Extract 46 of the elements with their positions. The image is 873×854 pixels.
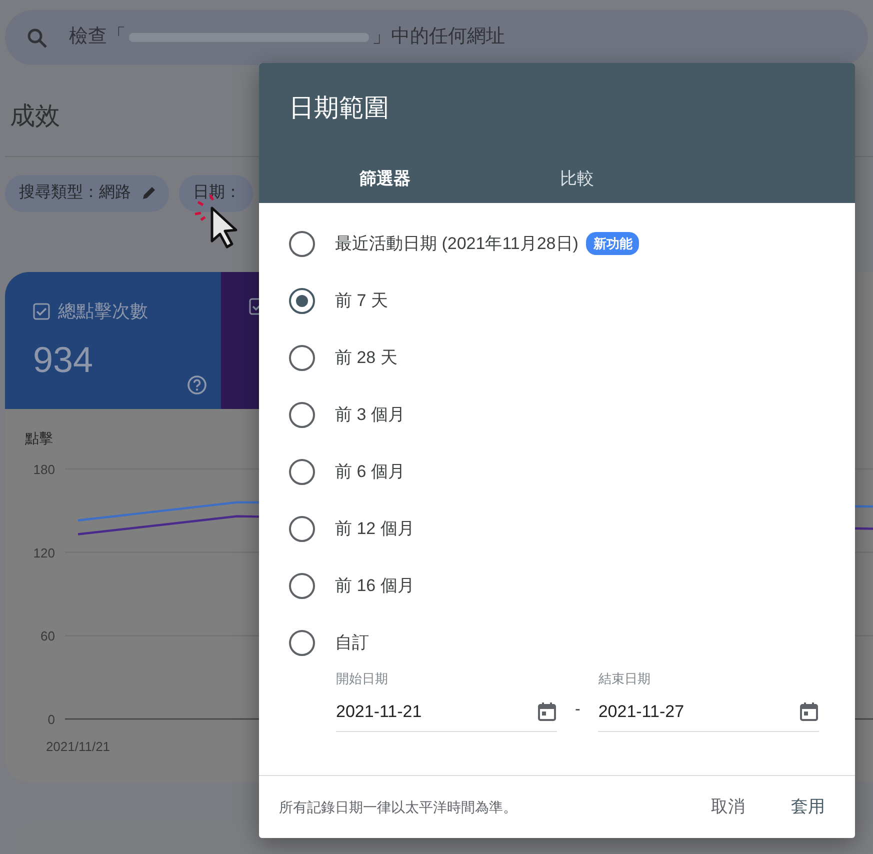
tick-label: 60: [40, 628, 55, 644]
option-label[interactable]: 前 6 個月: [335, 458, 405, 484]
search-icon: [27, 28, 47, 48]
search-placeholder: 檢查「: [69, 25, 126, 50]
metric-value: 934: [33, 338, 94, 382]
radio-button[interactable]: [289, 516, 315, 542]
radio-button[interactable]: [289, 630, 315, 656]
dialog-title: 日期範圍: [289, 93, 389, 124]
axis-title: 點擊: [25, 430, 53, 446]
option-label[interactable]: 前 28 天: [335, 344, 398, 370]
checkbox[interactable]: [33, 302, 50, 320]
dash: -: [575, 700, 580, 720]
option-label[interactable]: 自訂: [335, 630, 369, 656]
help-icon[interactable]: [187, 374, 207, 394]
radio-button[interactable]: [289, 458, 315, 484]
radio-button[interactable]: [289, 288, 315, 314]
tick-label: 120: [33, 544, 55, 560]
tick-label: 180: [33, 462, 55, 476]
field-label: 開始日期: [336, 670, 388, 688]
new-badge: 新功能: [586, 232, 640, 256]
date-field[interactable]: 結束日期 2021-11-27: [598, 667, 820, 732]
radio-button[interactable]: [289, 402, 315, 428]
calendar-icon[interactable]: [799, 702, 820, 722]
radio-button[interactable]: [289, 230, 315, 256]
radio-button[interactable]: [289, 572, 315, 598]
radio-button[interactable]: [289, 344, 315, 370]
option-label[interactable]: 最近活動日期 (2021年11月28日): [335, 230, 578, 256]
field-value: 2021-11-27: [598, 701, 684, 723]
metric-label: 總點擊次數: [58, 300, 148, 322]
tab[interactable]: 篩選器: [289, 166, 481, 210]
search-placeholder: 」中的任何網址: [372, 25, 505, 50]
page-title: 成效: [10, 101, 60, 132]
footnote: 所有記錄日期一律以太平洋時間為準。: [279, 798, 517, 816]
option-label[interactable]: 前 12 個月: [335, 516, 414, 542]
option-label[interactable]: 前 16 個月: [335, 572, 414, 598]
tick-label: 2021/11/21: [46, 738, 110, 754]
tab[interactable]: 比較: [481, 166, 673, 210]
cancel-button[interactable]: 取消: [695, 788, 761, 826]
date-field[interactable]: 開始日期 2021-11-21: [336, 667, 557, 732]
apply-button[interactable]: 套用: [775, 788, 841, 826]
field-label: 結束日期: [598, 670, 650, 688]
calendar-icon[interactable]: [537, 702, 557, 722]
field-value: 2021-11-21: [336, 701, 422, 723]
tick-label: 0: [48, 712, 55, 726]
option-label[interactable]: 前 3 個月: [335, 402, 405, 428]
option-label[interactable]: 前 7 天: [335, 288, 388, 314]
